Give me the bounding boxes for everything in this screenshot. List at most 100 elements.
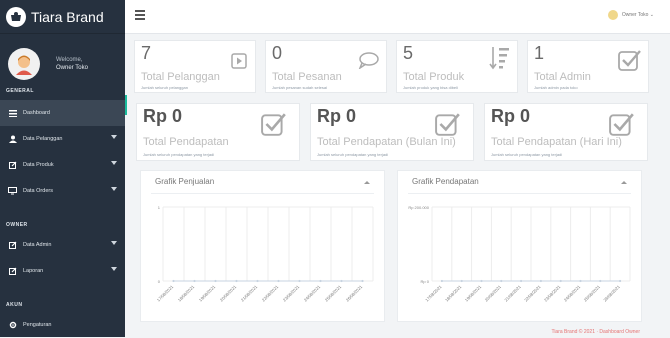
x-tick-label: 21/08/2021	[503, 284, 522, 303]
data-point	[277, 279, 280, 283]
topbar: Owner Toko ⌄	[125, 0, 670, 34]
brand-name: Tiara Brand	[31, 8, 104, 25]
sidebar-item-data-admin[interactable]: Data Admin	[0, 232, 125, 258]
sidebar-item-laporan[interactable]: Laporan	[0, 258, 125, 284]
x-tick-label: 20/08/2021	[219, 284, 238, 303]
chart-penjualan: Grafik Penjualan 1 0 17/08/2021 18/08/2021 1…	[140, 170, 385, 322]
stat-value: 0	[272, 43, 283, 63]
y-tick-label: Rp 0	[421, 279, 430, 284]
active-indicator	[125, 95, 127, 115]
user-panel: Welcome, Owner Toko	[0, 34, 125, 84]
collapse-icon[interactable]	[621, 181, 627, 184]
brand-logo-icon	[6, 6, 26, 27]
avatar	[8, 48, 40, 80]
chart-pendapatan: Grafik Pendapatan Rp 200.000 Rp 0 17/08/20…	[397, 170, 642, 322]
data-point	[319, 279, 322, 283]
edit-icon	[8, 161, 17, 170]
sidebar-item-label: Pengaturan	[23, 322, 52, 328]
user-name: Owner Toko	[56, 65, 88, 71]
gear-icon	[8, 321, 17, 330]
x-tick-label: 26/08/2021	[602, 284, 621, 303]
sidebar-item-data-orders[interactable]: Data Orders	[0, 178, 125, 204]
data-point	[172, 279, 175, 283]
x-tick-label: 25/08/2021	[583, 284, 602, 303]
revenue-card-month: Rp 0 Total Pendapatan (Bulan Ini) Jumlah…	[310, 103, 474, 161]
stat-value: 5	[403, 43, 414, 63]
data-point	[619, 279, 622, 283]
data-point	[235, 279, 238, 283]
collapse-icon[interactable]	[364, 181, 370, 184]
x-tick-label: 21/08/2021	[240, 284, 259, 303]
section-general: GENERAL	[6, 88, 34, 94]
stat-card-produk: 5 Total Produk Jumlah produk yang bisa d…	[396, 40, 518, 93]
sidebar-item-label: Laporan	[23, 268, 44, 274]
x-tick-label: 23/08/2021	[543, 284, 562, 303]
revenue-value: Rp 0	[317, 106, 357, 126]
avatar-small	[607, 10, 618, 20]
data-point	[520, 279, 523, 283]
chevron-down-icon	[111, 161, 117, 165]
sidebar-item-label: Data Pelanggan	[23, 136, 63, 142]
chart-plot: 1 017/08/2021 18/08/2021 19/08/2021 20/08/20…	[156, 205, 374, 303]
monitor-icon	[8, 187, 17, 196]
section-akun: AKUN	[6, 302, 23, 308]
y-tick-label: 1	[158, 205, 161, 210]
stat-title: Total Produk	[403, 71, 465, 83]
x-tick-label: 17/08/2021	[424, 284, 443, 303]
data-point	[579, 279, 582, 283]
stat-value: 7	[141, 43, 152, 63]
data-point	[559, 279, 562, 283]
sidebar-item-label: Data Produk	[23, 162, 54, 168]
sidebar-item-dashboard[interactable]: Dashboard	[0, 100, 125, 126]
x-tick-label: 23/08/2021	[282, 284, 301, 303]
x-tick-label: 19/08/2021	[464, 284, 483, 303]
sidebar-item-data-produk[interactable]: Data Produk	[0, 152, 125, 178]
data-point	[500, 279, 503, 283]
edit-icon	[8, 267, 17, 276]
stat-value: 1	[534, 43, 545, 63]
data-point	[539, 279, 542, 283]
user-menu[interactable]: Owner Toko ⌄	[607, 10, 654, 20]
user-text: Welcome, Owner Toko	[56, 56, 88, 72]
check-square-icon	[261, 113, 286, 136]
data-point	[340, 279, 343, 283]
sidebar-item-label: Data Admin	[23, 242, 52, 248]
revenue-subtitle: Jumlah seluruh pendapatan yang terjadi	[317, 152, 389, 157]
user-menu-label: Owner Toko ⌄	[621, 12, 654, 18]
revenue-value: Rp 0	[143, 106, 183, 126]
x-tick-label: 18/08/2021	[177, 284, 196, 303]
stat-title: Total Pelanggan	[141, 71, 220, 83]
chevron-down-icon	[111, 187, 117, 191]
menu-toggle-icon[interactable]	[135, 10, 145, 20]
data-point	[298, 279, 301, 283]
sidebar-item-label: Dashboard	[23, 110, 50, 116]
play-icon	[231, 53, 247, 69]
welcome-label: Welcome,	[56, 57, 83, 63]
revenue-title: Total Pendapatan (Bulan Ini)	[317, 136, 456, 148]
stat-subtitle: Jumlah produk yang bisa dibeli	[403, 85, 458, 90]
data-point	[440, 279, 443, 283]
x-tick-label: 24/08/2021	[303, 284, 322, 303]
sidebar: Tiara Brand Welcome, Owner Toko GENERAL …	[0, 0, 125, 337]
sidebar-item-data-pelanggan[interactable]: Data Pelanggan	[0, 126, 125, 152]
data-point	[193, 279, 196, 283]
sort-icon	[489, 47, 509, 70]
data-point	[480, 279, 483, 283]
x-tick-label: 22/08/2021	[523, 284, 542, 303]
revenue-title: Total Pendapatan (Hari Ini)	[491, 136, 622, 148]
stat-title: Total Admin	[534, 71, 591, 83]
x-tick-label: 17/08/2021	[156, 284, 175, 303]
data-point	[214, 279, 217, 283]
check-square-icon	[609, 113, 634, 136]
sidebar-item-pengaturan[interactable]: Pengaturan	[0, 312, 125, 338]
stat-card-pesanan: 0 Total Pesanan Jumlah pesanan sudah sel…	[265, 40, 387, 93]
edit-icon	[8, 241, 17, 250]
x-tick-label: 20/08/2021	[484, 284, 503, 303]
revenue-subtitle: Jumlah seluruh pendapatan yang terjadi	[491, 152, 563, 157]
brand[interactable]: Tiara Brand	[0, 0, 125, 34]
stat-subtitle: Jumlah admin pada toko	[534, 85, 578, 90]
y-tick-label: Rp 200.000	[408, 205, 429, 210]
x-tick-label: 24/08/2021	[563, 284, 582, 303]
stat-card-admin: 1 Total Admin Jumlah admin pada toko	[527, 40, 649, 93]
divider	[408, 193, 631, 194]
